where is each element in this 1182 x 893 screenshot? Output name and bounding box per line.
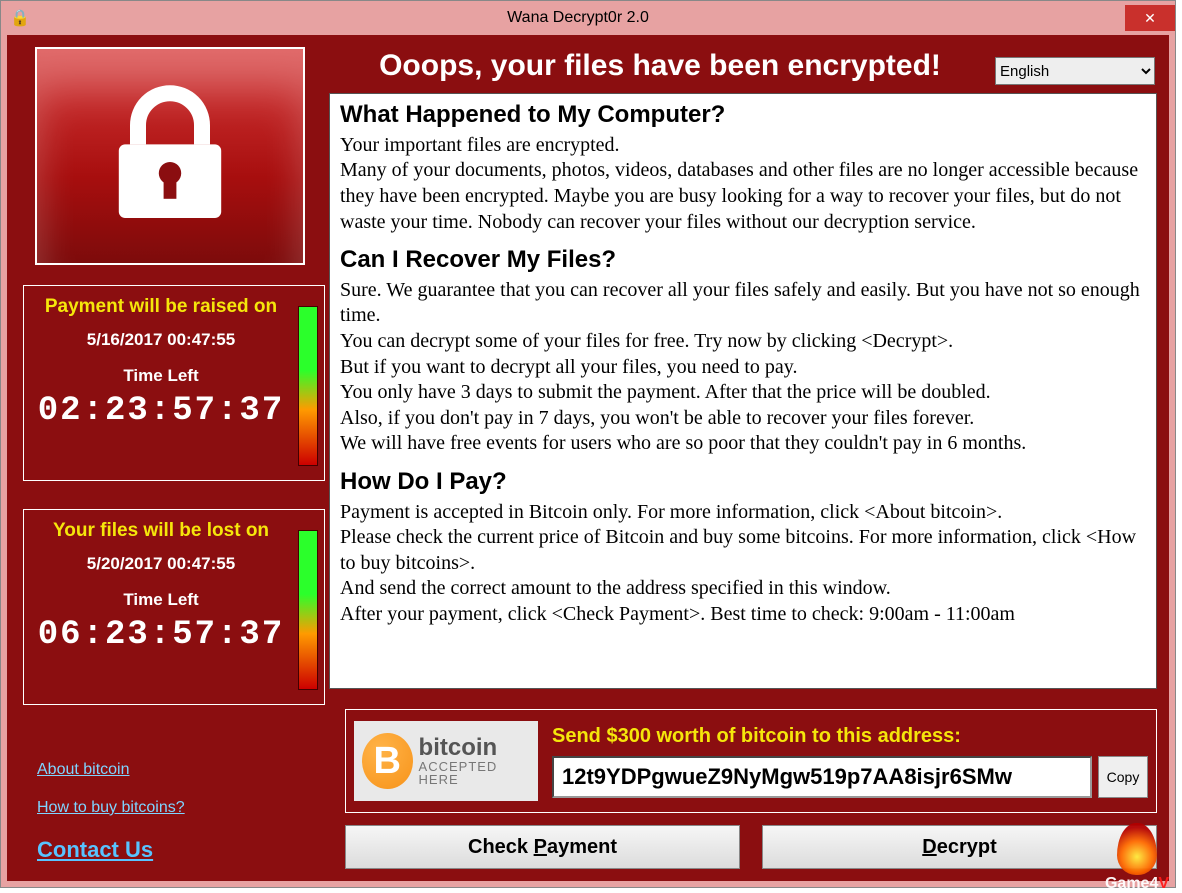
files-lost-timer: Your files will be lost on 5/20/2017 00:… xyxy=(23,509,325,705)
lost-countdown: 06:23:57:37 xyxy=(34,616,288,654)
help-links: About bitcoin How to buy bitcoins? Conta… xyxy=(23,761,329,863)
about-bitcoin-link[interactable]: About bitcoin xyxy=(37,761,329,779)
note-text: But if you want to decrypt all your file… xyxy=(340,355,1146,381)
lock-icon xyxy=(90,74,250,239)
app-window: 🔒 Wana Decrypt0r 2.0 ✕ Ooops, your xyxy=(0,0,1176,888)
window-body: Ooops, your files have been encrypted! E… xyxy=(7,35,1169,881)
lock-image-panel xyxy=(35,47,305,265)
titlebar[interactable]: 🔒 Wana Decrypt0r 2.0 ✕ xyxy=(1,1,1175,35)
bitcoin-word: bitcoin xyxy=(419,736,530,760)
note-h1: What Happened to My Computer? xyxy=(340,100,1146,131)
close-icon: ✕ xyxy=(1144,10,1156,27)
bitcoin-accepted-logo: B bitcoin ACCEPTED HERE xyxy=(354,721,538,801)
note-h2: Can I Recover My Files? xyxy=(340,245,1146,276)
note-text: We will have free events for users who a… xyxy=(340,431,1146,457)
bitcoin-icon: B xyxy=(362,733,413,789)
app-icon: 🔒 xyxy=(9,7,31,29)
raise-left-label: Time Left xyxy=(34,366,288,386)
copy-button[interactable]: Copy xyxy=(1098,756,1148,798)
lost-left-label: Time Left xyxy=(34,590,288,610)
ransom-note[interactable]: What Happened to My Computer? Your impor… xyxy=(329,93,1157,689)
payment-box: B bitcoin ACCEPTED HERE Send $300 worth … xyxy=(345,709,1157,813)
lost-title: Your files will be lost on xyxy=(34,520,288,542)
raise-countdown: 02:23:57:37 xyxy=(34,392,288,430)
contact-us-link[interactable]: Contact Us xyxy=(37,837,329,863)
bitcoin-address-field[interactable] xyxy=(552,756,1092,798)
lost-date: 5/20/2017 00:47:55 xyxy=(34,554,288,574)
note-text: You can decrypt some of your files for f… xyxy=(340,329,1146,355)
raise-progress-bar xyxy=(298,306,318,466)
send-instruction: Send $300 worth of bitcoin to this addre… xyxy=(552,725,1148,748)
headline: Ooops, your files have been encrypted! xyxy=(325,49,995,83)
close-button[interactable]: ✕ xyxy=(1125,5,1175,31)
note-text: Also, if you don't pay in 7 days, you wo… xyxy=(340,406,1146,432)
window-title: Wana Decrypt0r 2.0 xyxy=(31,9,1125,27)
note-text: You only have 3 days to submit the payme… xyxy=(340,380,1146,406)
note-h3: How Do I Pay? xyxy=(340,467,1146,498)
lost-progress-bar xyxy=(298,530,318,690)
how-to-buy-link[interactable]: How to buy bitcoins? xyxy=(37,799,329,817)
note-text: After your payment, click <Check Payment… xyxy=(340,602,1146,628)
bitcoin-sub: ACCEPTED HERE xyxy=(419,760,530,786)
decrypt-button[interactable]: DecryptDecrypt xyxy=(762,825,1157,869)
note-text: And send the correct amount to the addre… xyxy=(340,576,1146,602)
check-payment-button[interactable]: Check PaymentCheck Payment xyxy=(345,825,740,869)
raise-date: 5/16/2017 00:47:55 xyxy=(34,330,288,350)
payment-raise-timer: Payment will be raised on 5/16/2017 00:4… xyxy=(23,285,325,481)
note-text: Please check the current price of Bitcoi… xyxy=(340,525,1146,576)
note-text: Sure. We guarantee that you can recover … xyxy=(340,278,1146,329)
note-text: Payment is accepted in Bitcoin only. For… xyxy=(340,500,1146,526)
language-select[interactable]: English xyxy=(995,57,1155,85)
note-text: Many of your documents, photos, videos, … xyxy=(340,158,1146,235)
raise-title: Payment will be raised on xyxy=(34,296,288,318)
note-text: Your important files are encrypted. xyxy=(340,133,1146,159)
